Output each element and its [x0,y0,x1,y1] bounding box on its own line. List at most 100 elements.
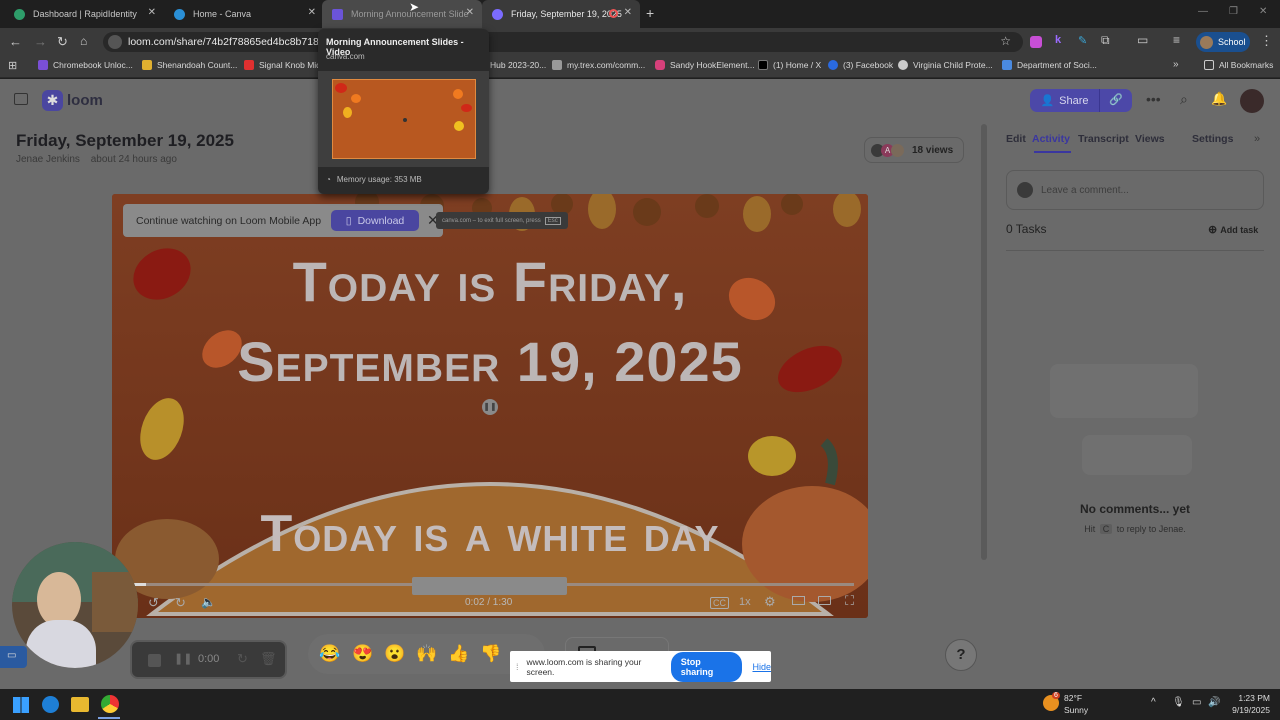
video-player[interactable]: Today is Friday, September 19, 2025 Toda… [112,194,868,618]
tab-morning-announcement[interactable]: Morning Announcement Slide ✕ [322,0,482,28]
reaction-thumbs-down[interactable]: 👎 [480,644,501,664]
author-name[interactable]: Jenae Jenkins [16,154,80,165]
captions-icon[interactable]: CC [710,597,729,609]
views-pill[interactable]: A 18 views [864,137,964,163]
extension-pen-icon[interactable]: ✎ [1078,34,1087,47]
tab-loom-friday[interactable]: Friday, September 19, 2025 ✕ [482,0,640,28]
restart-icon[interactable]: ↻ [237,651,248,667]
bookmark-item[interactable]: my.trex.com/comm... [552,60,645,70]
sidebar-toggle-icon[interactable] [14,93,28,105]
webcam-bubble[interactable] [12,542,138,668]
share-button[interactable]: 👤 Share [1030,89,1100,112]
close-icon[interactable]: ✕ [624,7,632,18]
tab-settings[interactable]: Settings [1192,133,1233,149]
window-close-icon[interactable]: ✕ [1259,6,1267,17]
close-icon[interactable]: ✕ [148,7,156,18]
minimize-icon[interactable]: — [1198,6,1208,17]
forward-icon[interactable]: ↻ [175,595,186,611]
page-scrollbar[interactable] [981,124,987,560]
stop-sharing-button[interactable]: Stop sharing [670,651,743,682]
tab-activity[interactable]: Activity [1032,133,1078,149]
bookmark-item[interactable]: Signal Knob Mid [244,60,321,70]
reaction-laugh[interactable]: 😂 [319,644,340,664]
trash-icon[interactable]: 🗑 [260,651,277,667]
stop-record-icon[interactable] [148,654,161,667]
cast-icon[interactable]: ▭ [1137,33,1148,47]
bookmark-item[interactable]: Department of Soci... [1002,60,1097,70]
loom-logo-icon[interactable]: ✱ [42,90,63,111]
media-icon[interactable]: ≡ [1173,33,1180,47]
bookmark-item[interactable]: Virginia Child Prote... [898,60,993,70]
close-icon[interactable]: ✕ [466,7,474,18]
search-icon[interactable]: ⌕ [1180,91,1188,108]
settings-gear-icon[interactable]: ⚙ [764,594,776,610]
video-title[interactable]: Friday, September 19, 2025 [16,131,234,151]
reaction-raised-hands[interactable]: 🙌 [416,644,437,664]
clock-time[interactable]: 1:23 PM [1230,693,1270,703]
bell-icon[interactable]: 🔔 [1211,91,1227,107]
volume-icon[interactable]: 🔈 [201,595,216,609]
chrome-icon[interactable] [101,695,119,713]
profile-button[interactable]: School [1196,32,1250,52]
extension-k-icon[interactable]: k [1055,34,1061,46]
bookmark-item[interactable]: Hub 2023-20... [490,60,546,70]
download-button[interactable]: ▯ Download [331,210,420,231]
windows-start-icon[interactable] [13,697,29,713]
tab-edit[interactable]: Edit [1006,133,1032,149]
bookmark-item[interactable]: Sandy HookElement... [655,60,755,70]
edge-icon[interactable] [42,696,59,713]
maximize-icon[interactable]: ❐ [1229,6,1238,17]
bookmark-star-icon[interactable]: ☆ [1000,34,1011,48]
omnibox[interactable]: loom.com/share/74b2f78865ed4bc8b7186f0c … [103,32,1023,52]
more-options-icon[interactable]: ••• [1146,91,1161,107]
user-avatar[interactable] [1240,89,1264,113]
all-bookmarks[interactable]: All Bookmarks [1204,60,1273,70]
new-tab-icon[interactable]: + [646,5,654,21]
rewind-icon[interactable]: ↺ [148,595,159,611]
temperature[interactable]: 82°F [1064,693,1082,703]
bookmark-item[interactable]: (1) Home / X [758,60,821,70]
bookmark-item[interactable]: (3) Facebook [828,60,893,70]
clock-date[interactable]: 9/19/2025 [1226,705,1270,715]
help-button[interactable]: ? [945,639,977,671]
tab-views[interactable]: Views [1135,133,1192,149]
extension-icon[interactable] [1030,36,1042,48]
loom-wordmark[interactable]: loom [67,92,103,109]
weather-text[interactable]: Sunny [1064,705,1088,715]
copy-link-button[interactable]: 🔗 [1100,89,1132,112]
drag-handle-icon[interactable]: ⁞ [516,662,519,672]
file-explorer-icon[interactable] [71,697,89,712]
kebab-menu-icon[interactable]: ⋮ [1260,33,1273,49]
fullscreen-icon[interactable]: ⛶ [845,593,854,609]
close-icon[interactable]: ✕ [308,7,316,18]
home-icon[interactable]: ⌂ [80,34,87,48]
pip-icon[interactable] [818,596,831,605]
bookmark-item[interactable]: Chromebook Unloc... [38,60,133,70]
theater-mode-icon[interactable] [792,596,805,605]
tab-transcript[interactable]: Transcript [1078,133,1135,149]
microphone-icon[interactable]: 🎙 [1172,697,1185,708]
tab-canva-home[interactable]: Home - Canva ✕ [164,0,324,28]
bookmark-item[interactable]: Shenandoah Count... [142,60,237,70]
back-icon[interactable]: ← [9,34,22,49]
hide-button[interactable]: Hide [752,662,771,672]
collapse-panel-icon[interactable]: » [1254,133,1260,145]
site-info-icon[interactable] [108,35,122,49]
speed-button[interactable]: 1x [739,596,751,608]
reload-icon[interactable]: ↻ [57,34,68,50]
extensions-puzzle-icon[interactable]: ⧉ [1101,33,1110,48]
network-icon[interactable]: ▭ [1192,697,1201,708]
forward-icon[interactable]: → [34,34,47,49]
tab-rapididentity[interactable]: Dashboard | RapidIdentity ✕ [4,0,164,28]
pause-record-icon[interactable]: ❚❚ [174,652,192,665]
reaction-heart-eyes[interactable]: 😍 [352,644,373,664]
reaction-surprised[interactable]: 😮 [384,644,405,664]
camera-toggle-button[interactable]: ▭ [0,646,27,668]
add-task-button[interactable]: ⊕ Add task [1208,223,1258,236]
chevron-right-icon[interactable]: » [1173,59,1179,70]
apps-grid-icon[interactable]: ⊞ [8,59,17,72]
reaction-thumbs-up[interactable]: 👍 [448,644,469,664]
comment-input[interactable]: Leave a comment... [1006,170,1264,210]
tray-chevron-icon[interactable]: ^ [1151,697,1156,708]
speaker-icon[interactable]: 🔊 [1208,697,1220,708]
